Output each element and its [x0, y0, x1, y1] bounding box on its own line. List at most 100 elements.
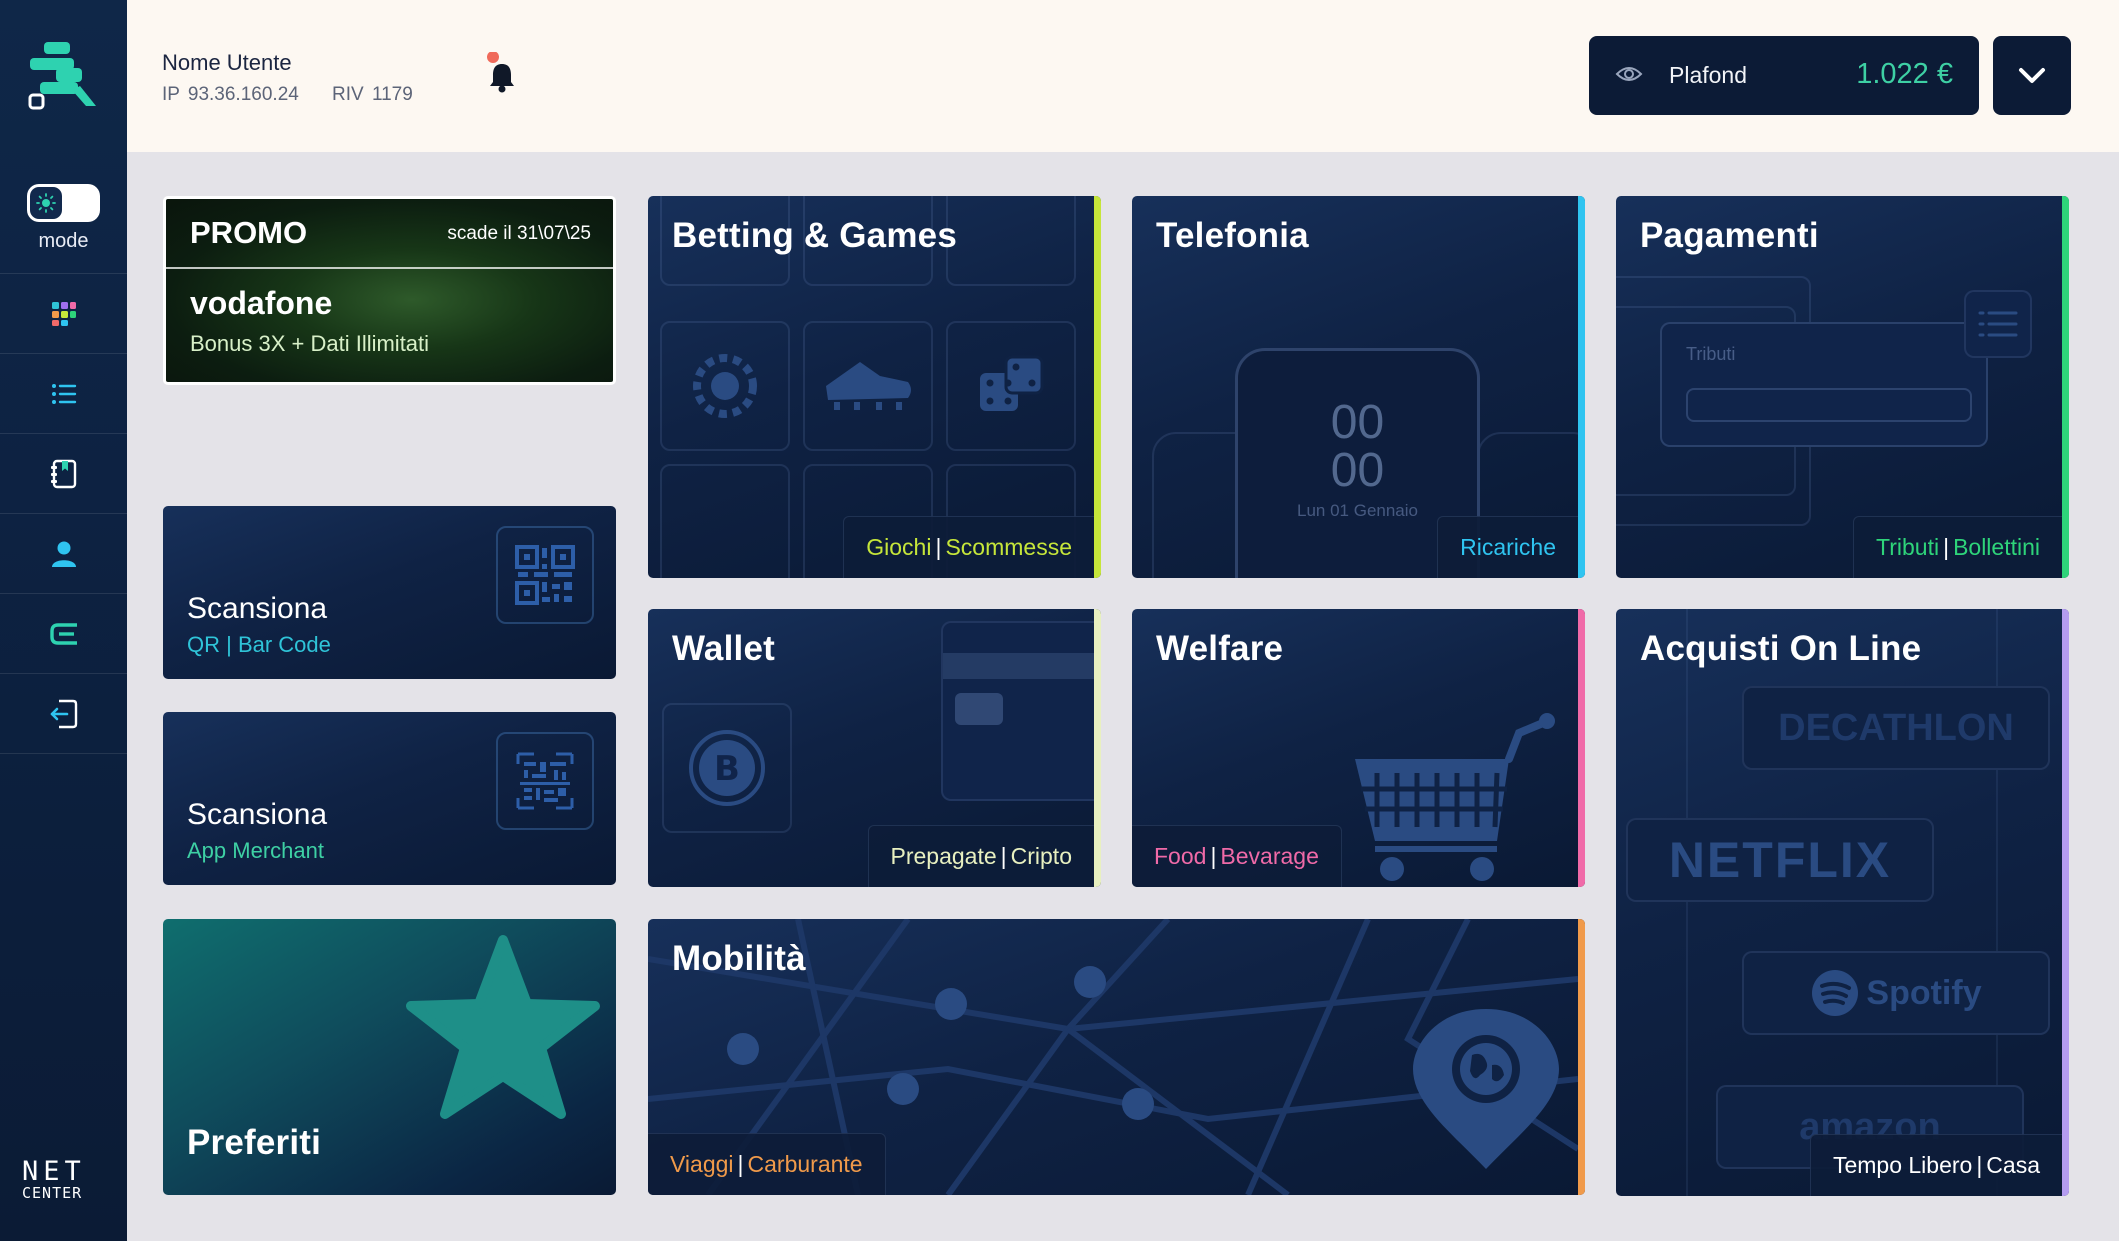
shopping-cart-icon [1355, 713, 1555, 881]
spotify-logo: Spotify [1742, 951, 2050, 1035]
barcode-icon [496, 732, 594, 830]
mode-label: mode [38, 230, 89, 252]
qr-code-icon [496, 526, 594, 624]
wallet-tile[interactable]: B Wallet Prepagate | Cripto [648, 609, 1101, 887]
mode-toggle[interactable] [27, 184, 100, 222]
telefonia-accent [1578, 196, 1585, 578]
favorites-tile[interactable]: Preferiti [163, 919, 616, 1195]
betting-games-tile[interactable]: Betting & Games Giochi | Scommesse [648, 196, 1101, 578]
telefonia-tag-ricariche: Ricariche [1460, 534, 1556, 560]
pagamenti-tags: Tributi | Bollettini [1853, 516, 2062, 578]
user-meta: IP 93.36.160.24 RIV 1179 [162, 84, 413, 106]
telefonia-tags: Ricariche [1437, 516, 1578, 578]
betting-accent [1094, 196, 1101, 578]
brand-e-icon [49, 622, 77, 645]
mobilita-tag-carburante: Carburante [747, 1151, 863, 1177]
account-dropdown-button[interactable] [1993, 36, 2071, 115]
card-illustration [941, 621, 1101, 801]
wallet-title: Wallet [672, 629, 775, 668]
decathlon-logo: DECATHLON [1742, 686, 2050, 770]
riv-label: RIV [331, 84, 364, 105]
welfare-tag-bevarage: Bevarage [1220, 843, 1319, 869]
nav-brand[interactable] [0, 594, 127, 674]
promo-expiry: scade il 31\07\25 [447, 223, 591, 244]
user-icon [51, 541, 76, 567]
netcenter-logo: NET CENTER [22, 1156, 104, 1202]
betting-games-tags: Giochi | Scommesse [843, 516, 1094, 578]
netflix-logo-text: NETFLIX [1668, 832, 1892, 888]
welfare-tile[interactable]: Welfare Food | Bevarage [1132, 609, 1585, 887]
scan-qr-tile[interactable]: Scansiona QR | Bar Code [163, 506, 616, 679]
wallet-tag-prepagate: Prepagate [890, 843, 997, 869]
scan-qr-title: Scansiona [187, 592, 328, 625]
spotify-icon [1812, 970, 1859, 1016]
mobilita-accent [1578, 919, 1585, 1195]
nav-list[interactable] [0, 354, 127, 434]
bitcoin-icon: B [662, 703, 792, 833]
acquisti-tags: Tempo Libero | Casa [1809, 1134, 2062, 1196]
promo-title: PROMO [190, 215, 308, 250]
logout-icon [50, 699, 77, 728]
plafond-value: 1.022 € [1856, 58, 1953, 90]
welfare-tag-food: Food [1154, 843, 1207, 869]
user-name: Nome Utente [162, 50, 292, 75]
mobilita-tag-viaggi: Viaggi [670, 1151, 734, 1177]
plafond-box[interactable]: Plafond 1.022 € [1589, 36, 1979, 115]
netcenter-logo-line2: CENTER [22, 1184, 83, 1202]
wallet-tags: Prepagate | Cripto [867, 825, 1094, 887]
pagamenti-tag-tributi: Tributi [1876, 534, 1940, 560]
nav-profile[interactable] [0, 514, 127, 594]
app-logo-icon[interactable] [26, 40, 102, 112]
acquisti-accent [2062, 609, 2069, 1196]
eye-icon[interactable] [1615, 64, 1643, 84]
sun-icon [30, 187, 62, 219]
netcenter-logo-line1: NET [22, 1156, 86, 1187]
promo-card[interactable]: PROMO scade il 31\07\25 vodafone Bonus 3… [163, 196, 616, 385]
ip-value: 93.36.160.24 [187, 84, 299, 105]
nav-logout[interactable] [0, 674, 127, 754]
sidebar: mode NET CENTER [0, 0, 127, 1241]
pagamenti-title: Pagamenti [1640, 216, 1819, 255]
pagamenti-accent [2062, 196, 2069, 578]
welfare-accent [1578, 609, 1585, 887]
scan-merchant-subtitle: App Merchant [187, 838, 324, 863]
list-icon [51, 383, 76, 404]
mobilita-tile[interactable]: Mobilità Viaggi | Carburante [648, 919, 1585, 1195]
plafond-label: Plafond [1669, 62, 1748, 88]
telefonia-title: Telefonia [1156, 216, 1309, 255]
wallet-accent [1094, 609, 1101, 887]
riv-value: 1179 [371, 84, 413, 105]
spotify-logo-text: Spotify [1866, 973, 1982, 1012]
acquisti-tag-tempo-libero: Tempo Libero [1832, 1152, 1973, 1178]
phone-time-minutes: 00 [1330, 444, 1385, 497]
scan-merchant-tile[interactable]: Scansiona App Merchant [163, 712, 616, 885]
chevron-down-icon [2019, 67, 2045, 83]
acquisti-online-tile[interactable]: DECATHLON NETFLIX Spotify amazon Acquist… [1616, 609, 2069, 1196]
soccer-shoe-icon [803, 321, 933, 451]
mobilita-tags: Viaggi | Carburante [648, 1133, 886, 1195]
betting-tag-giochi: Giochi [866, 534, 932, 560]
promo-bonus: Bonus 3X + Dati Illimitati [190, 331, 430, 356]
roulette-icon [660, 321, 790, 451]
wallet-tag-cripto: Cripto [1010, 843, 1072, 869]
star-icon [406, 935, 600, 1119]
scan-qr-subtitle: QR | Bar Code [187, 632, 331, 657]
welfare-tags: Food | Bevarage [1132, 825, 1342, 887]
netflix-logo: NETFLIX [1626, 818, 1934, 902]
pagamenti-tile[interactable]: Tributi Pagamenti Tributi | Bollettini [1616, 196, 2069, 578]
scan-merchant-title: Scansiona [187, 798, 328, 831]
acquisti-tag-casa: Casa [1986, 1152, 2040, 1178]
svg-text:B: B [714, 749, 740, 789]
mobilita-title: Mobilità [672, 939, 806, 978]
welfare-title: Welfare [1156, 629, 1284, 668]
grid-icon [51, 301, 76, 326]
nav-dashboard[interactable] [0, 274, 127, 354]
dice-icon [946, 321, 1076, 451]
list-icon [1964, 290, 2032, 358]
nav-book[interactable] [0, 434, 127, 514]
book-icon [50, 459, 76, 488]
payment-form-label: Tributi [1686, 344, 1736, 364]
bell-icon[interactable] [482, 52, 522, 96]
promo-header: PROMO scade il 31\07\25 [166, 199, 613, 269]
telefonia-tile[interactable]: 00 00 Lun 01 Gennaio Telefonia Ricariche [1132, 196, 1585, 578]
